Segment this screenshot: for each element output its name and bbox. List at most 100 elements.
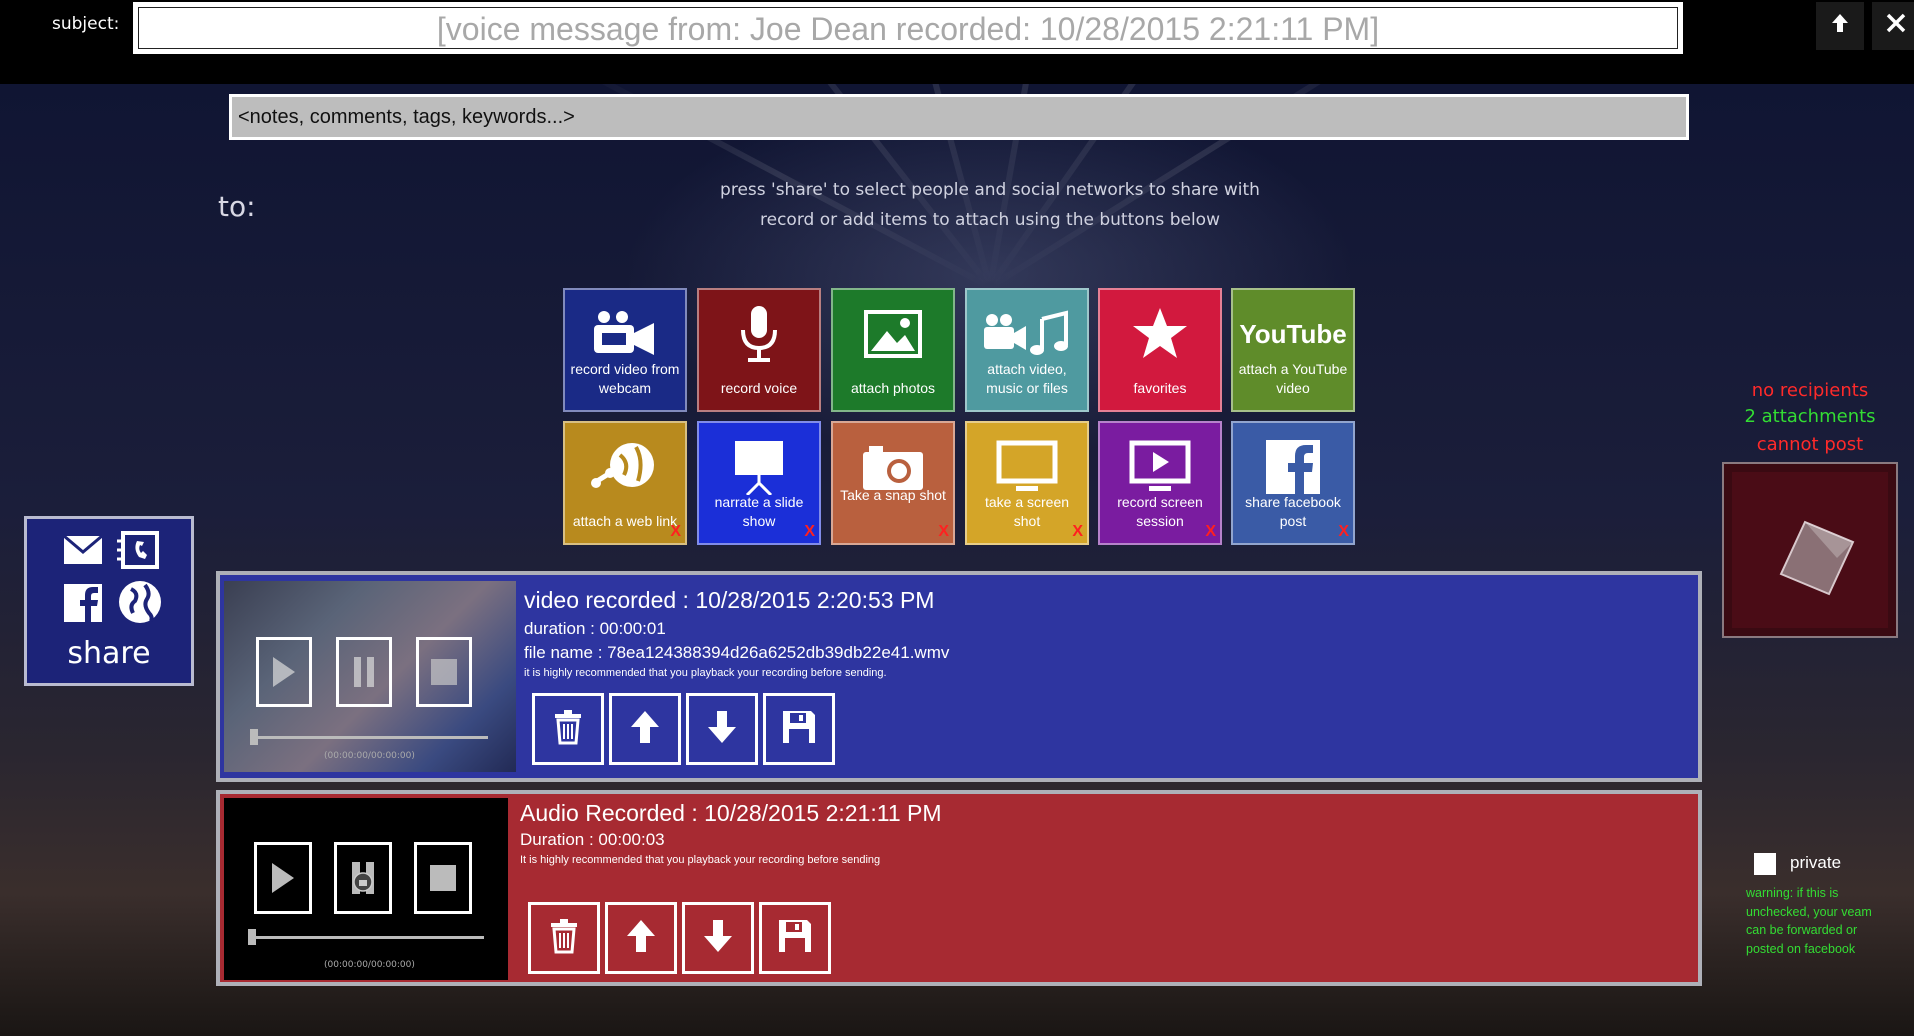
mail-icon [63,534,103,569]
audio-progress-track[interactable] [250,936,484,939]
audio-title: Audio Recorded : 10/28/2015 2:21:11 PM [520,800,942,826]
youtube-brand-text: YouTube [1239,318,1347,349]
post-status: cannot post [1756,434,1864,455]
share-button[interactable]: share [24,516,194,686]
audio-timecode: (00:00:00/00:00:00) [324,960,415,970]
close-icon[interactable] [1872,2,1914,50]
video-file-name: file name : 78ea124388394d26a6252db39db2… [524,643,950,662]
tile-label: attach a YouTube video [1238,361,1348,396]
save-icon [777,918,813,958]
save-icon [781,709,817,749]
disabled-x-mark: X [938,523,949,540]
subject-label: subject: [52,14,120,34]
private-checkbox[interactable] [1754,853,1776,875]
disabled-x-mark: X [1338,523,1349,540]
save-video-button[interactable] [763,693,835,765]
disabled-x-mark: X [1072,523,1083,540]
disabled-x-mark: X [670,523,681,540]
notes-input[interactable]: <notes, comments, tags, keywords...> [229,94,1689,140]
video-progress-handle[interactable] [250,729,258,745]
microphone-icon [699,304,819,364]
monitor-icon [967,437,1087,497]
video-title: video recorded : 10/28/2015 2:20:53 PM [524,587,935,613]
tile-label: attach a web link [572,513,678,529]
disabled-x-mark: X [804,523,815,540]
stop-button[interactable] [416,637,472,707]
tile-label: record screen session [1117,494,1203,529]
attachments-status: 2 attachments [1744,406,1876,427]
record-voice-tile[interactable]: record voice [697,288,821,412]
delete-video-button[interactable] [532,693,604,765]
attach-web-link-tile[interactable]: attach a web link X [563,421,687,545]
trash-icon [549,918,579,958]
slideshow-icon [699,437,819,497]
private-warning: warning: if this is unchecked, your veam… [1746,886,1872,956]
facebook-icon [63,583,103,627]
hint-line-2: record or add items to attach using the … [760,210,1220,230]
tile-label: attach photos [850,380,936,396]
subject-field[interactable]: [voice message from: Joe Dean recorded: … [133,2,1683,54]
video-thumbnail[interactable]: (00:00:00/00:00:00) [224,581,516,772]
media-files-icon [967,304,1087,364]
record-screen-session-tile[interactable]: record screen session X [1098,421,1222,545]
favorites-tile[interactable]: favorites [1098,288,1222,412]
play-button[interactable] [256,637,312,707]
attach-photos-tile[interactable]: attach photos [831,288,955,412]
hint-line-1: press 'share' to select people and socia… [720,180,1260,200]
globe-icon [117,579,163,629]
tile-label: take a screen shot [984,494,1070,529]
tile-label: share facebook post [1245,494,1341,529]
play-button[interactable] [254,842,312,914]
record-video-webcam-tile[interactable]: record video from webcam [563,288,687,412]
move-video-up-button[interactable] [609,693,681,765]
video-recommendation: it is highly recommended that you playba… [524,667,887,679]
tile-label: Take a snap shot [840,487,946,503]
arrow-up-icon[interactable] [1816,2,1864,50]
arrow-up-icon [629,709,661,749]
attachment-preview[interactable] [1722,462,1898,638]
recipients-status: no recipients [1751,380,1869,401]
video-progress-track[interactable] [252,736,488,739]
video-timecode: (00:00:00/00:00:00) [324,751,415,761]
tile-label: record voice [720,380,798,396]
private-label: private [1790,853,1842,872]
subject-input[interactable]: [voice message from: Joe Dean recorded: … [138,7,1678,49]
delete-audio-button[interactable] [528,902,600,974]
stop-button[interactable] [414,842,472,914]
video-camera-icon [565,304,685,364]
arrow-down-icon [702,918,734,958]
attach-media-files-tile[interactable]: attach video, music or files [965,288,1089,412]
video-attachment-panel: (00:00:00/00:00:00) video recorded : 10/… [216,571,1702,782]
youtube-icon: YouTube [1233,304,1353,364]
top-bar: subject: [voice message from: Joe Dean r… [0,0,1914,84]
star-icon [1100,304,1220,364]
move-audio-down-button[interactable] [682,902,754,974]
photo-icon [833,304,953,364]
audio-recommendation: It is highly recommended that you playba… [520,854,881,866]
screen-record-icon [1100,437,1220,497]
web-link-icon [565,437,685,497]
tile-label: narrate a slide show [714,494,804,529]
facebook-icon [1233,437,1353,497]
preview-tile-icon [1777,518,1857,602]
narrate-slide-show-tile[interactable]: narrate a slide show X [697,421,821,545]
youtube-tile[interactable]: YouTube attach a YouTube video [1231,288,1355,412]
pause-button[interactable] [336,637,392,707]
trash-icon [553,709,583,749]
move-video-down-button[interactable] [686,693,758,765]
move-audio-up-button[interactable] [605,902,677,974]
pause-button[interactable] [334,842,392,914]
save-audio-button[interactable] [759,902,831,974]
audio-player[interactable]: (00:00:00/00:00:00) [224,798,508,980]
tile-label: attach video, music or files [986,361,1068,396]
tile-label: record video from webcam [570,361,680,396]
take-screen-shot-tile[interactable]: take a screen shot X [965,421,1089,545]
audio-progress-handle[interactable] [248,929,256,945]
video-duration: duration : 00:00:01 [524,619,666,638]
take-snap-shot-tile[interactable]: Take a snap shot X [831,421,955,545]
audio-attachment-panel: (00:00:00/00:00:00) Audio Recorded : 10/… [216,790,1702,986]
share-facebook-post-tile[interactable]: share facebook post X [1231,421,1355,545]
tile-label: favorites [1133,380,1187,396]
share-label: share [67,636,151,671]
contact-book-icon [115,531,159,573]
